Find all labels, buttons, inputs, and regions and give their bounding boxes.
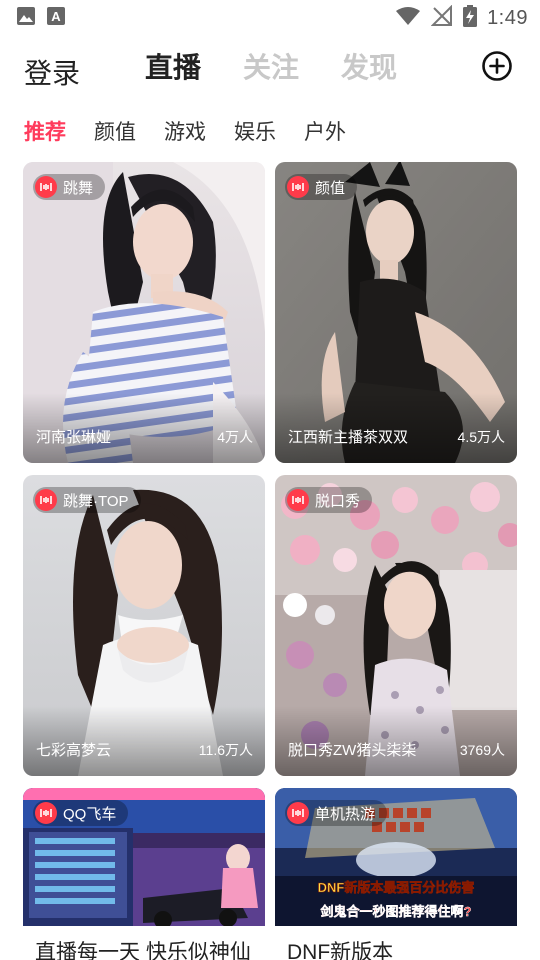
status-time: 1:49 — [487, 6, 528, 29]
category-badge: 跳舞 — [33, 174, 106, 200]
stream-title: 直播每一天 快乐似神仙 — [35, 941, 251, 960]
svg-text:A: A — [51, 9, 61, 24]
stream-title: 七彩高梦云 — [36, 742, 112, 759]
plus-circle-icon[interactable] — [481, 50, 513, 82]
battery-charging-icon — [463, 4, 478, 32]
status-bar: A 1:49 — [0, 0, 540, 36]
category-badge: 脱口秀 — [285, 487, 373, 513]
category-tab-recommend[interactable]: 推荐 — [24, 116, 66, 146]
category-badge: QQ飞车 — [33, 800, 129, 826]
stream-title: 河南张琳娅 — [36, 429, 112, 446]
live-icon — [287, 176, 309, 198]
stream-card[interactable]: 跳舞·TOP 七彩高梦云 11.6万人 — [23, 475, 265, 776]
stream-title: DNF新版本 — [287, 941, 394, 960]
stream-card[interactable]: DNF新版本最强百分比伤害 剑鬼合一秒图推荐得住啊? 单机热游 DNF新版本 — [275, 788, 517, 960]
category-badge: 颜值 — [285, 174, 358, 200]
category-badge: 跳舞·TOP — [33, 487, 141, 513]
stream-card[interactable]: QQ飞车 直播每一天 快乐似神仙 — [23, 788, 265, 960]
stream-card[interactable]: 颜值 江西新主播茶双双 4.5万人 — [275, 162, 517, 463]
stream-card[interactable]: 脱口秀 脱口秀ZW猪头柒柒 3769人 — [275, 475, 517, 776]
category-tab-entertainment[interactable]: 娱乐 — [234, 116, 276, 146]
tab-follow[interactable]: 关注 — [243, 46, 299, 86]
no-signal-icon — [430, 4, 453, 32]
live-icon — [287, 489, 309, 511]
font-a-icon: A — [46, 6, 66, 31]
image-icon — [16, 6, 36, 31]
viewer-count: 4万人 — [217, 429, 253, 445]
live-icon — [35, 802, 57, 824]
main-tabs: 直播 关注 发现 — [145, 46, 397, 86]
category-badge-label: 脱口秀 — [315, 492, 361, 510]
category-tab-beauty[interactable]: 颜值 — [94, 116, 136, 146]
game-banner-line2: 剑鬼合一秒图推荐得住啊? — [320, 904, 472, 919]
login-button[interactable]: 登录 — [24, 52, 80, 92]
category-tab-outdoor[interactable]: 户外 — [304, 116, 346, 146]
header: 登录 直播 关注 发现 — [0, 38, 540, 98]
stream-card[interactable]: 跳舞 河南张琳娅 4万人 — [23, 162, 265, 463]
wifi-icon — [395, 6, 421, 31]
live-icon — [35, 489, 57, 511]
viewer-count: 11.6万人 — [198, 742, 253, 758]
stream-title: 脱口秀ZW猪头柒柒 — [288, 742, 417, 759]
category-badge-label: 单机热游 — [315, 805, 376, 823]
status-right: 1:49 — [395, 4, 528, 32]
category-badge-label: 颜值 — [315, 179, 346, 197]
category-badge-label: QQ飞车 — [63, 805, 117, 823]
viewer-count: 4.5万人 — [457, 429, 505, 445]
live-icon — [287, 802, 309, 824]
game-banner-line1: DNF新版本最强百分比伤害 — [318, 880, 475, 895]
category-badge: 单机热游 — [285, 800, 388, 826]
stream-title: 江西新主播茶双双 — [288, 429, 409, 446]
category-tabs: 推荐 颜值 游戏 娱乐 户外 — [24, 116, 346, 146]
viewer-count: 3769人 — [459, 742, 505, 758]
category-tab-games[interactable]: 游戏 — [164, 116, 206, 146]
tab-live[interactable]: 直播 — [145, 46, 201, 86]
live-icon — [35, 176, 57, 198]
status-left: A — [16, 6, 66, 31]
stream-grid: 跳舞 河南张琳娅 4万人 颜值 江西新主播茶双双 4.5万人 跳舞·TOP 七彩… — [23, 162, 517, 960]
category-badge-label: 跳舞 — [63, 179, 94, 197]
category-badge-label: 跳舞·TOP — [63, 492, 129, 510]
tab-discover[interactable]: 发现 — [341, 46, 397, 86]
